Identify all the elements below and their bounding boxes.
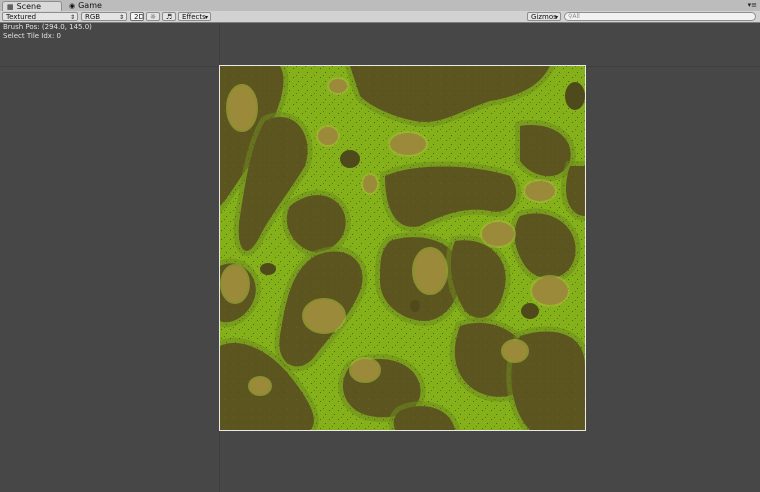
scene-toolbar: Textured ⇕ RGB ⇕ 2D ☼ ♬ Effects ▾ Gizmos… [0,11,760,23]
tab-game-label: Game [78,1,102,10]
tilemap-viewport[interactable] [219,65,586,431]
mode-2d-label: 2D [134,13,144,21]
brush-pos-readout: Brush Pos: (294.0, 145.0) [3,23,92,31]
shading-mode-label: Textured [6,13,37,21]
window-menu-icon[interactable]: ▾≡ [748,1,757,10]
game-icon: ◉ [69,2,76,10]
tab-scene-label: Scene [16,2,42,11]
select-tile-readout: Select Tile Idx: 0 [3,32,61,40]
tilemap-terrain [220,66,585,430]
gizmos-label: Gizmos [531,13,557,21]
sun-icon: ☼ [149,13,157,21]
grass-speckle [220,66,585,430]
mode-2d-toggle[interactable]: 2D [130,12,144,21]
audio-toggle[interactable]: ♬ [162,12,176,21]
speaker-icon: ♬ [165,13,173,21]
render-mode-dropdown[interactable]: RGB ⇕ [81,12,127,21]
search-field[interactable]: ⚲All [564,12,756,21]
updown-arrow-icon: ⇕ [118,14,124,21]
tab-scene[interactable]: ▦ Scene [2,1,62,11]
shading-mode-dropdown[interactable]: Textured ⇕ [2,12,78,21]
search-placeholder: All [572,13,580,20]
render-mode-label: RGB [85,13,101,21]
effects-label: Effects [182,13,206,21]
chevron-down-icon: ▾ [554,14,558,21]
lighting-toggle[interactable]: ☼ [146,12,160,21]
updown-arrow-icon: ⇕ [69,14,75,21]
effects-dropdown[interactable]: Effects ▾ [178,12,211,21]
gizmos-dropdown[interactable]: Gizmos ▾ [527,12,561,21]
brush-info-overlay: Brush Pos: (294.0, 145.0) Select Tile Id… [3,23,92,41]
tab-game[interactable]: ◉ Game [65,1,115,11]
chevron-down-icon: ▾ [204,14,208,21]
